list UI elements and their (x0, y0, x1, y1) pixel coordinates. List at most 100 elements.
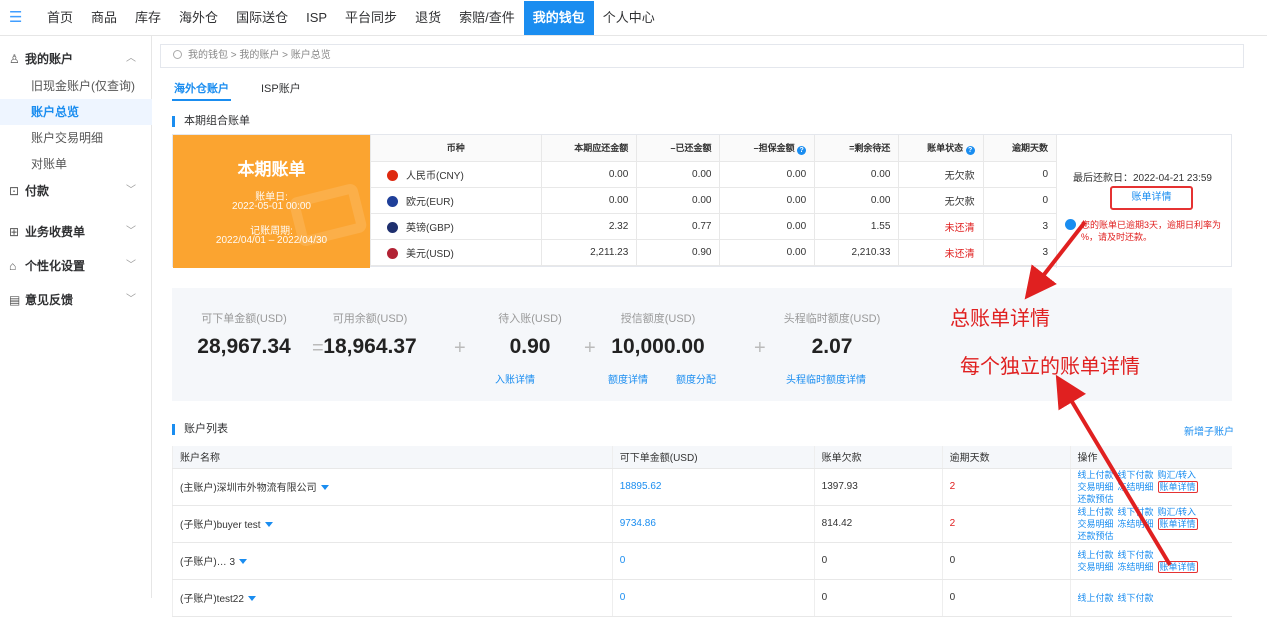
fee-icon: ⊞ (9, 225, 20, 239)
op-link-交易明细[interactable]: 交易明细 (1078, 562, 1114, 572)
bill-remaining: 0.00 (814, 161, 899, 188)
chevron-down-icon: ﹀ (126, 226, 136, 237)
account-amount[interactable]: 0 (611, 542, 815, 580)
summary-link-1[interactable]: 额度详情 (608, 371, 648, 386)
bill-currency-cell: 欧元(EUR) (370, 187, 542, 214)
sidebar-item-2[interactable]: 账户交易明细 (0, 125, 152, 151)
flag-eu-icon (387, 195, 398, 207)
bill-header-label: 币种 (446, 143, 465, 154)
nav-item-6[interactable]: 平台同步 (336, 0, 406, 36)
tab-0[interactable]: 海外仓账户 (172, 79, 231, 101)
sidebar-group-3[interactable]: ▤ 意见反馈 ﹀ (0, 285, 152, 315)
summary-link-0[interactable]: 入账详情 (495, 371, 535, 386)
payment-icon: ⊡ (9, 184, 20, 198)
table-row: (主账户)深圳市外物流有限公司 18895.62 1397.93 2 线上付款 线下付款购… (172, 468, 1232, 506)
op-link-冻结明细[interactable]: 冻结明细 (1118, 519, 1154, 529)
op-link-账单详情[interactable]: 账单详情 (1157, 480, 1198, 493)
bill-header-label: 账单状态 (927, 142, 964, 153)
bill-header-label: –担保金额 (753, 142, 795, 153)
account-name: (子账户)buyer test (180, 520, 261, 531)
op-link-线下付款[interactable]: 线下付款 (1118, 550, 1154, 560)
user-icon: ♙ (9, 52, 20, 66)
help-icon[interactable]: ? (965, 145, 975, 155)
last-payment-date: 最后还款日：2022-04-21 23:59 (1073, 173, 1212, 184)
bill-header-label: 本期应还金额 (574, 143, 629, 154)
nav-item-2[interactable]: 库存 (126, 0, 170, 36)
summary-label-2: 待入账(USD) (498, 313, 562, 325)
sidebar-group-2[interactable]: ⌂ 个性化设置 ﹀ (0, 251, 152, 281)
op-link-账单详情[interactable]: 账单详情 (1157, 517, 1198, 530)
account-name: (主账户)深圳市外物流有限公司 (180, 483, 317, 494)
help-icon[interactable]: ? (797, 145, 807, 155)
account-table: 账户名称 可下单金额(USD) 账单欠款 逾期天数 操作 (主账户)深圳市外物流有限公司… (172, 446, 1232, 617)
bill-row: 人民币(CNY) 0.00 0.00 0.00 0.00 无欠款 0 (370, 161, 1056, 188)
nav-item-3[interactable]: 海外仓 (170, 0, 227, 36)
op-link-线上付款[interactable]: 线上付款 (1078, 550, 1114, 560)
annotation-each-bill: 每个独立的账单详情 (960, 356, 1140, 378)
op-link-交易明细[interactable]: 交易明细 (1078, 519, 1114, 529)
summary-link-3[interactable]: 头程临时额度详情 (786, 371, 866, 386)
add-sub-account-link[interactable]: 新增子账户 (1184, 423, 1234, 438)
dropdown-caret-icon[interactable] (320, 485, 329, 490)
sidebar-group-label: 我的账户 (25, 52, 74, 66)
nav-item-0[interactable]: 首页 (38, 0, 82, 36)
op-link-线上付款[interactable]: 线上付款 (1078, 470, 1114, 480)
sidebar-group-my-account[interactable]: ♙ 我的账户 ︿ (0, 44, 152, 74)
op-link-线下付款[interactable]: 线下付款 (1118, 470, 1154, 480)
bill-header-1: 本期应还金额 (540, 135, 637, 162)
bill-status: 无欠款 (898, 161, 984, 188)
dropdown-caret-icon[interactable] (247, 596, 256, 601)
account-overdue: 2 (941, 468, 1071, 506)
account-amount[interactable]: 18895.62 (611, 468, 815, 506)
nav-item-5[interactable]: ISP (297, 0, 336, 36)
chevron-down-icon: ﹀ (126, 185, 136, 196)
op-link-线下付款[interactable]: 线下付款 (1118, 507, 1154, 517)
op-link-还款预估[interactable]: 还款预估 (1078, 494, 1114, 504)
op-link-冻结明细[interactable]: 冻结明细 (1118, 482, 1154, 492)
sidebar-group-label: 付款 (25, 184, 50, 198)
bill-detail-button[interactable]: 账单详情 (1110, 186, 1193, 210)
bill-guarantee: 0.00 (719, 161, 815, 188)
account-ops: 线上付款 线下付款 交易明细 冻结明细 账单详情 (1078, 549, 1225, 573)
account-amount[interactable]: 9734.86 (611, 505, 815, 543)
sidebar-item-0[interactable]: 旧现金账户(仅查询) (0, 73, 152, 99)
bill-header-3: –担保金额 ? (719, 135, 815, 162)
tab-1[interactable]: ISP账户 (259, 79, 303, 101)
main-content: 海外仓账户 ISP账户 本期组合账单 本期账单 账单日: 2022-05-01 0… (160, 74, 1244, 617)
bill-paid: 0.00 (636, 161, 720, 188)
overdue-warning: 您的账单已逾期3天，逾期日利率为 %，请及时还款。 (1065, 219, 1234, 243)
bill-date: 2022-05-01 00:00 (232, 201, 311, 212)
op-link-线上付款[interactable]: 线上付款 (1078, 507, 1114, 517)
chevron-down-icon: ﹀ (126, 260, 136, 271)
sidebar-group-label: 个性化设置 (25, 259, 86, 273)
op-link-冻结明细[interactable]: 冻结明细 (1118, 562, 1154, 572)
nav-item-1[interactable]: 商品 (82, 0, 126, 36)
bill-header-label: 逾期天数 (1011, 143, 1048, 154)
sidebar-group-1[interactable]: ⊞ 业务收费单 ﹀ (0, 217, 152, 247)
summary-link-2[interactable]: 额度分配 (676, 371, 716, 386)
bill-currency-cell: 英镑(GBP) (370, 213, 542, 240)
nav-item-8[interactable]: 索赔/查件 (450, 0, 524, 36)
nav-item-10[interactable]: 个人中心 (594, 0, 664, 36)
breadcrumb-text: 我的钱包 > 我的账户 > 账户总览 (188, 50, 331, 61)
sidebar-group-0[interactable]: ⊡ 付款 ﹀ (0, 176, 152, 206)
op-link-账单详情[interactable]: 账单详情 (1157, 560, 1198, 573)
bill-section-title: 本期组合账单 (172, 116, 250, 127)
op-link-购汇/转入[interactable]: 购汇/转入 (1158, 470, 1197, 480)
nav-item-4[interactable]: 国际送仓 (227, 0, 297, 36)
sidebar-item-3[interactable]: 对账单 (0, 151, 152, 177)
op-link-购汇/转入[interactable]: 购汇/转入 (1158, 507, 1197, 517)
bill-paid: 0.00 (636, 187, 720, 214)
menu-toggle-icon[interactable]: ☰ (9, 10, 22, 25)
bill-row: 欧元(EUR) 0.00 0.00 0.00 0.00 无欠款 0 (370, 187, 1056, 214)
nav-item-9[interactable]: 我的钱包 (523, 1, 594, 35)
currency-name: 美元(USD) (406, 248, 454, 260)
nav-item-7[interactable]: 退货 (406, 0, 450, 36)
dropdown-caret-icon[interactable] (239, 559, 247, 564)
op-link-还款预估[interactable]: 还款预估 (1078, 531, 1114, 541)
overdue-warning-line1: 您的账单已逾期3天，逾期日利率为 (1081, 220, 1222, 230)
sidebar-item-1[interactable]: 账户总览 (0, 99, 152, 125)
annotation-total-bill: 总账单详情 (950, 308, 1050, 330)
dropdown-caret-icon[interactable] (264, 522, 273, 527)
op-link-交易明细[interactable]: 交易明细 (1078, 482, 1114, 492)
